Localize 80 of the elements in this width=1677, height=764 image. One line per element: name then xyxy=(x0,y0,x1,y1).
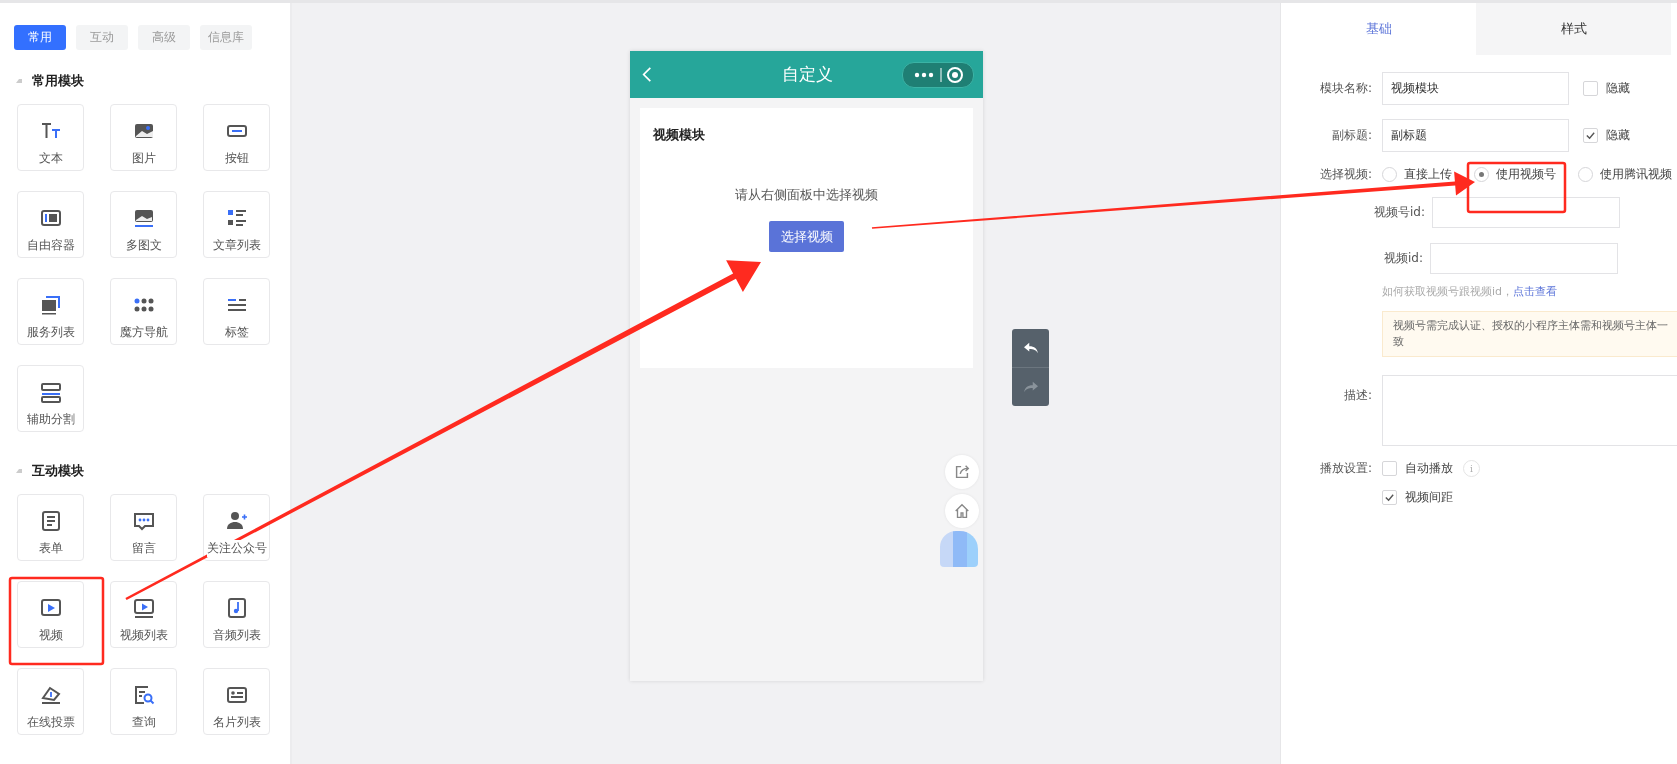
module-tile[interactable]: 视频列表 xyxy=(110,581,177,648)
add-user-icon xyxy=(225,510,248,532)
module-tile[interactable]: 关注公众号 xyxy=(203,494,270,561)
radio-label: 使用腾讯视频 xyxy=(1600,166,1672,183)
chat-bubble-icon xyxy=(132,510,155,532)
category-tab[interactable]: 常用 xyxy=(14,25,66,50)
notice-box: 视频号需完成认证、授权的小程序主体需和视频号主体一致 xyxy=(1382,311,1677,357)
check-icon xyxy=(1384,492,1395,503)
field-label: 视频号id: xyxy=(1373,204,1426,221)
redo-icon[interactable] xyxy=(1021,380,1040,394)
stacked-screens-icon xyxy=(39,294,62,316)
share-button[interactable] xyxy=(945,455,979,489)
module-tile[interactable]: 辅助分割 xyxy=(17,365,84,432)
check-icon xyxy=(1585,130,1596,141)
caret-icon[interactable] xyxy=(16,79,22,83)
field-label: 视频id: xyxy=(1383,250,1424,267)
module-tile[interactable]: 文章列表 xyxy=(203,191,270,258)
list-icon xyxy=(225,207,248,229)
home-icon xyxy=(953,502,971,520)
checkbox[interactable] xyxy=(1583,128,1598,143)
field-label: 播放设置: xyxy=(1318,460,1373,477)
text-field[interactable]: 副标题 xyxy=(1382,119,1569,152)
contact-card-icon xyxy=(225,684,248,706)
text-field[interactable] xyxy=(1432,197,1620,228)
play-icon xyxy=(39,597,62,619)
module-tile[interactable]: 按钮 xyxy=(203,104,270,171)
image-caption-icon xyxy=(132,207,155,229)
checkbox-label: 自动播放 xyxy=(1405,460,1453,477)
checkbox-label: 视频间距 xyxy=(1405,489,1453,506)
field-label: 模块名称: xyxy=(1318,80,1373,97)
caret-icon[interactable] xyxy=(16,469,22,473)
checkbox[interactable] xyxy=(1583,81,1598,96)
module-tile[interactable]: 服务列表 xyxy=(17,278,84,345)
music-note-icon xyxy=(225,597,248,619)
module-tile[interactable]: 魔方导航 xyxy=(110,278,177,345)
checkbox-label: 隐藏 xyxy=(1606,80,1630,97)
module-tile[interactable]: 表单 xyxy=(17,494,84,561)
text-field[interactable] xyxy=(1430,243,1618,274)
panel-layout-icon xyxy=(39,207,62,229)
module-tile[interactable]: 文本 xyxy=(17,104,84,171)
divider-layout-icon xyxy=(39,381,62,403)
checkbox[interactable] xyxy=(1382,461,1397,476)
view-link[interactable]: 点击查看 xyxy=(1513,285,1558,298)
module-title: 视频模块 xyxy=(653,126,706,144)
module-tile[interactable]: 自由容器 xyxy=(17,191,84,258)
section-title: 常用模块 xyxy=(32,72,84,90)
checkbox-label: 隐藏 xyxy=(1606,127,1630,144)
back-icon[interactable] xyxy=(642,66,652,83)
help-text: 如何获取视频号跟视频id， xyxy=(1382,285,1514,298)
document-icon xyxy=(39,510,62,532)
checkbox[interactable] xyxy=(1382,490,1397,505)
select-video-button[interactable]: 选择视频 xyxy=(769,221,844,252)
page-title: 自定义 xyxy=(781,63,833,86)
module-tile[interactable]: 名片列表 xyxy=(203,668,270,735)
radio-label: 直接上传 xyxy=(1404,166,1452,183)
module-tile[interactable]: 标签 xyxy=(203,278,270,345)
avatar-icon[interactable] xyxy=(940,531,978,567)
module-tile[interactable]: 图片 xyxy=(110,104,177,171)
field-label: 选择视频: xyxy=(1318,166,1373,183)
module-tile[interactable]: 留言 xyxy=(110,494,177,561)
module-tile[interactable]: 在线投票 xyxy=(17,668,84,735)
undo-icon[interactable] xyxy=(1021,341,1040,355)
capsule-menu[interactable] xyxy=(902,61,974,88)
section-title: 互动模块 xyxy=(32,462,84,480)
home-button[interactable] xyxy=(945,494,979,528)
module-tile[interactable]: 音频列表 xyxy=(203,581,270,648)
document-search-icon xyxy=(132,684,155,706)
field-label: 描述: xyxy=(1342,387,1373,404)
field-label: 副标题: xyxy=(1330,127,1373,144)
ballot-icon xyxy=(39,684,62,706)
module-tile[interactable]: 查询 xyxy=(110,668,177,735)
text-field[interactable]: 视频模块 xyxy=(1382,72,1569,105)
radio-label: 使用视频号 xyxy=(1496,166,1556,183)
module-tile[interactable]: 多图文 xyxy=(110,191,177,258)
video-screen-icon xyxy=(132,597,155,619)
share-icon xyxy=(953,463,971,481)
hint-text: 请从右侧面板中选择视频 xyxy=(734,186,879,204)
description-field[interactable] xyxy=(1382,375,1677,446)
panel-tab[interactable]: 样式 xyxy=(1476,3,1671,55)
module-tile[interactable]: 视频 xyxy=(17,581,84,648)
